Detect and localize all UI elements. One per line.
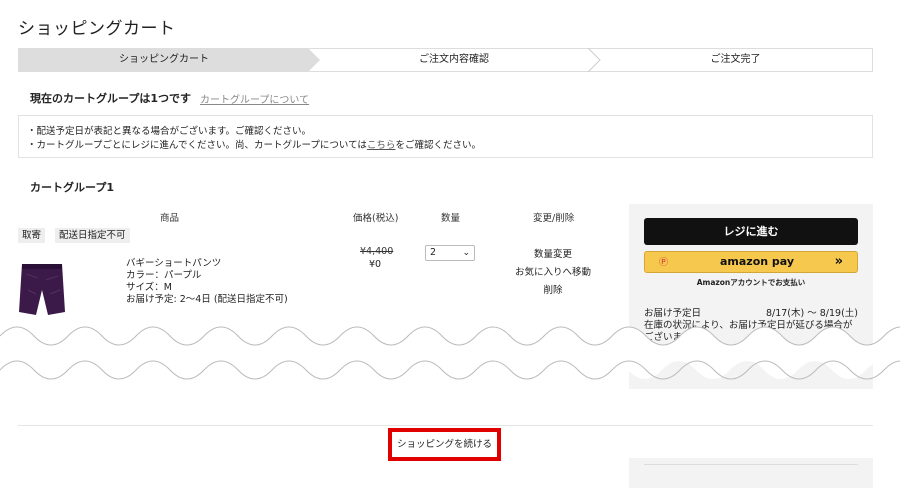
notice-line-2: ・カートグループごとにレジに進んでください。尚、カートグループについてはこちらを…: [27, 139, 864, 153]
price-current: ¥0: [369, 259, 382, 270]
column-product: 商品: [160, 213, 180, 224]
item-actions: 数量変更 お気に入りへ移動 削除: [505, 246, 601, 300]
product-info: バギーショートパンツ カラー：パープル サイズ：M お届け予定: 2〜4日 (配…: [126, 258, 288, 306]
quantity-value: 2: [430, 247, 437, 258]
sidebar-lower: [629, 458, 873, 488]
amazon-pay-button[interactable]: Ⓟ amazon pay »: [644, 251, 858, 273]
product-image[interactable]: [18, 260, 66, 318]
cart-group-info-link[interactable]: こちら: [367, 140, 396, 151]
delivery-label: お届け予定日: [644, 308, 702, 319]
cart-group-count: 現在のカートグループは1つです: [30, 92, 191, 105]
continue-shopping-button[interactable]: ショッピングを続ける: [388, 428, 501, 461]
product-color: カラー：パープル: [126, 270, 202, 281]
price-original: ¥4,400: [360, 246, 394, 257]
checkout-steps: ショッピングカート ご注文内容確認 ご注文完了: [18, 48, 873, 72]
change-quantity-link[interactable]: 数量変更: [505, 246, 601, 264]
step-complete: ご注文完了: [710, 54, 761, 65]
delete-link[interactable]: 削除: [505, 282, 601, 300]
step-cart: ショッピングカート: [19, 49, 309, 71]
amazon-pay-label: amazon pay: [720, 255, 795, 268]
about-cart-group-link[interactable]: カートグループについて: [200, 91, 309, 106]
column-price: 価格(税込): [353, 213, 399, 224]
amazon-pay-note: Amazonアカウントでお支払い: [696, 278, 806, 287]
product-delivery: お届け予定: 2〜4日 (配送日指定不可): [126, 294, 288, 305]
product-size: サイズ：M: [126, 282, 172, 293]
page-title: ショッピングカート: [18, 19, 176, 39]
move-to-favorites-link[interactable]: お気に入りへ移動: [505, 264, 601, 282]
notice-line-2-suffix: をご確認ください。: [395, 140, 481, 151]
notice-box: ・配送予定日が表記と異なる場合がございます。ご確認ください。 ・カートグループご…: [18, 115, 873, 158]
checkout-button[interactable]: レジに進む: [644, 218, 858, 245]
footer-divider: [18, 425, 873, 426]
column-quantity: 数量: [441, 213, 461, 224]
product-name[interactable]: バギーショートパンツ: [126, 258, 288, 270]
sidebar-lower-divider: [644, 464, 858, 465]
notice-line-1: ・配送予定日が表記と異なる場合がございます。ご確認ください。: [27, 126, 312, 137]
quantity-select[interactable]: 2 ⌄: [425, 245, 475, 261]
notice-line-2-prefix: ・カートグループごとにレジに進んでください。尚、カートグループについては: [27, 140, 367, 151]
tag-backorder: 取寄: [18, 228, 46, 243]
tag-no-date-selection: 配送日指定不可: [55, 228, 130, 243]
cut-wave-divider: [0, 326, 900, 380]
step-confirm: ご注文内容確認: [419, 54, 489, 65]
column-change: 変更/削除: [533, 213, 575, 224]
cart-group-heading: カートグループ1: [30, 181, 114, 194]
amazon-coin-icon: Ⓟ: [659, 258, 669, 268]
delivery-range: 8/17(木) 〜 8/19(土): [765, 308, 858, 319]
double-chevron-right-icon: »: [834, 254, 843, 269]
chevron-down-icon: ⌄: [462, 248, 470, 258]
